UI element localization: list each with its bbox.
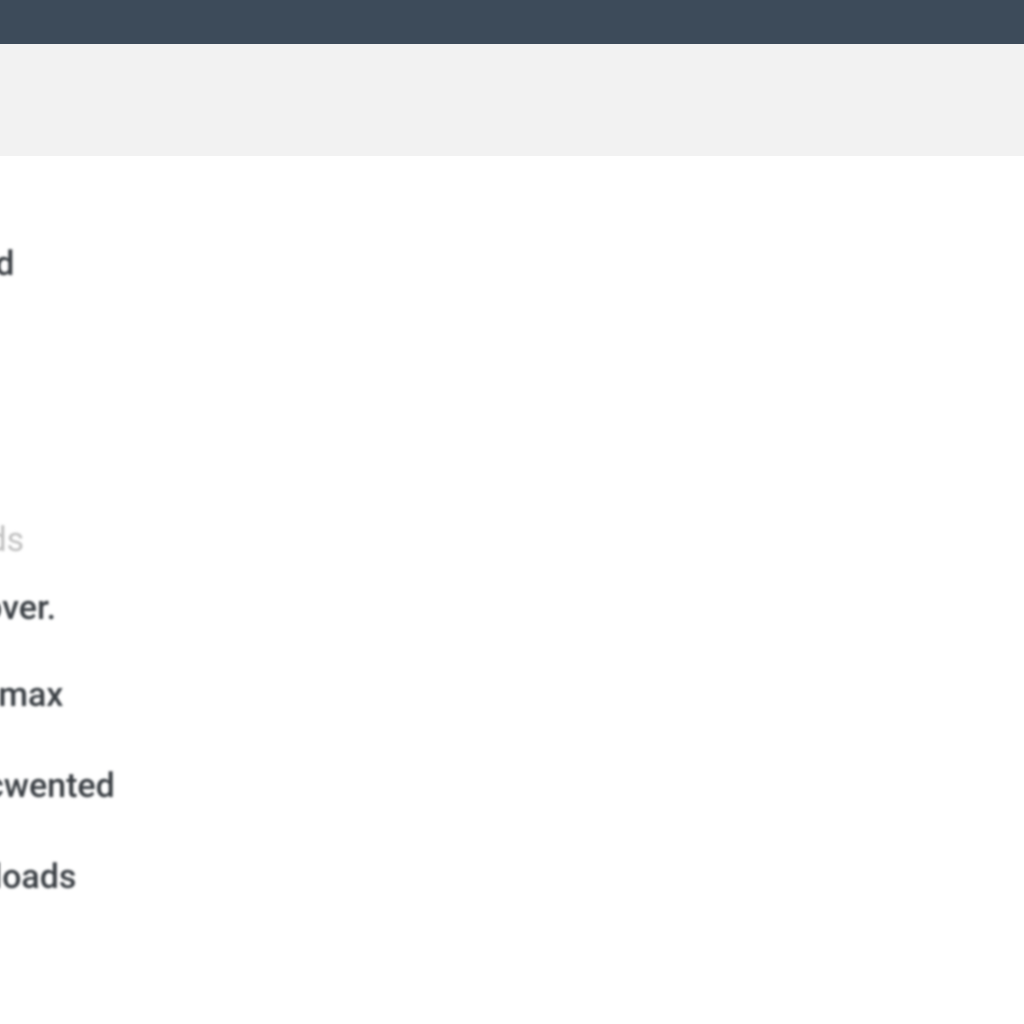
- sidebar-item-leslover[interactable]: leslover.: [0, 576, 1024, 641]
- spacer: [0, 301, 1024, 391]
- sidebar-item-concwented[interactable]: concwented: [0, 750, 1024, 823]
- spacer: [0, 464, 1024, 504]
- spacer: [0, 641, 1024, 659]
- sidebar-section-heading-reads: Reads: [0, 504, 1024, 577]
- window-titlebar: [0, 0, 1024, 44]
- toolbar: [0, 44, 1024, 156]
- sidebar: ILand oaB Reads leslover. Xinomax concwe…: [0, 228, 1024, 914]
- sidebar-item-xinomax[interactable]: Xinomax: [0, 659, 1024, 732]
- sidebar-item-oab[interactable]: oaB: [0, 391, 1024, 464]
- spacer: [0, 732, 1024, 750]
- spacer: [0, 823, 1024, 841]
- content-area: ILand oaB Reads leslover. Xinomax concwe…: [0, 156, 1024, 1024]
- sidebar-item-iland[interactable]: ILand: [0, 228, 1024, 301]
- sidebar-item-downloads[interactable]: ownloads: [0, 841, 1024, 914]
